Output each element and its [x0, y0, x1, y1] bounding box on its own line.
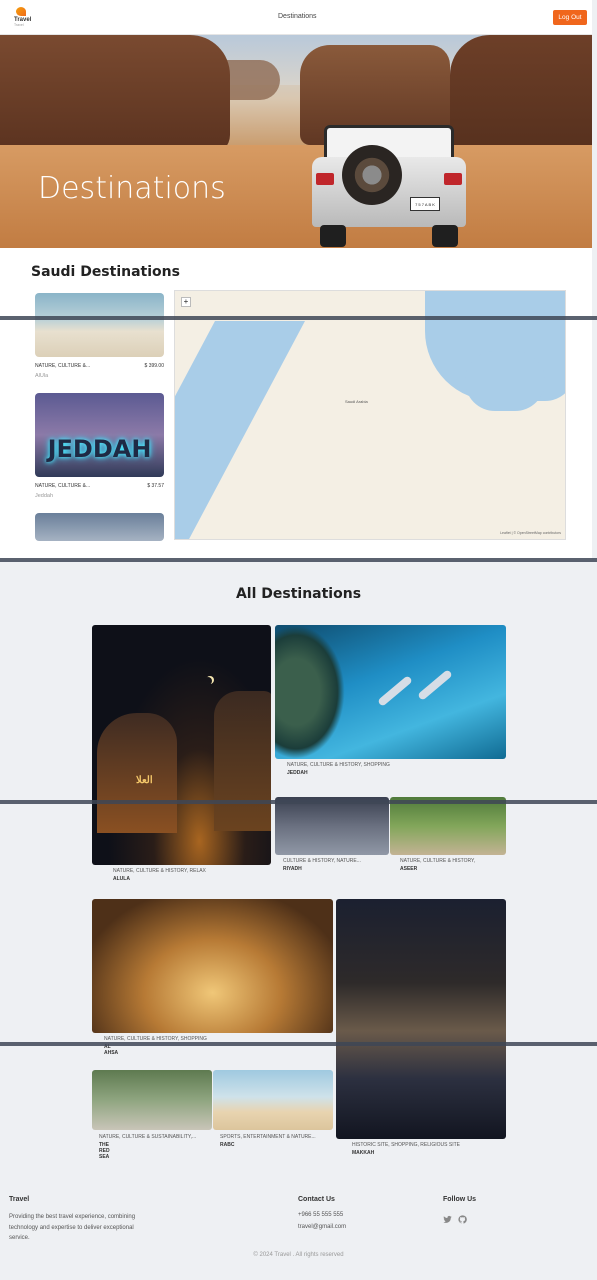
hero-car: 7 5 7 A B K	[312, 125, 466, 247]
screenshot-seam	[0, 1042, 597, 1046]
tile-image	[92, 1070, 212, 1130]
map-attribution[interactable]: Leaflet | © OpenStreetMap contributors	[500, 531, 561, 535]
red-sea-water	[175, 321, 305, 539]
all-destinations-section: All Destinations العلا NATURE, CULTURE &…	[0, 565, 592, 1170]
footer-description: Providing the best travel experience, co…	[9, 1214, 136, 1241]
tile-tags: HISTORIC SITE, SHOPPING, RELIGIOUS SITE	[352, 1142, 460, 1148]
car-wheel	[320, 225, 346, 247]
tile-image	[92, 899, 333, 1033]
diver	[417, 669, 453, 701]
logo-icon	[16, 7, 26, 16]
map-zoom-in-button[interactable]: +	[181, 297, 191, 307]
footer: Travel Providing the best travel experie…	[0, 1170, 597, 1280]
screenshot-seam	[0, 800, 597, 804]
tile-image: العلا	[92, 625, 271, 865]
logo-subtitle: Travel	[14, 23, 24, 27]
saudi-destinations-section: Saudi Destinations NATURE, CULTURE &... …	[0, 248, 592, 560]
diver	[377, 675, 413, 707]
nav-link-destinations[interactable]: Destinations	[278, 13, 317, 20]
card-image	[35, 293, 164, 357]
footer-email[interactable]: travel@gmail.com	[298, 1224, 346, 1230]
screenshot-seam	[0, 316, 597, 320]
alula-sign: العلا	[136, 775, 153, 786]
card-image: JEDDAH	[35, 393, 164, 477]
spare-tire	[342, 145, 402, 205]
car-tail-light	[316, 173, 334, 185]
hero-rock	[0, 35, 230, 155]
tile-tags: NATURE, CULTURE & HISTORY, SHOPPING	[287, 762, 390, 768]
screenshot-seam	[0, 558, 597, 562]
twitter-icon[interactable]	[443, 1211, 452, 1223]
social-icons	[443, 1211, 467, 1224]
destination-card[interactable]: JEDDAH NATURE, CULTURE &... $ 37.57 Jedd…	[35, 393, 164, 499]
tile-tags: CULTURE & HISTORY, NATURE...	[283, 858, 361, 864]
car-plate: 7 5 7 A B K	[410, 197, 440, 211]
footer-follow-heading: Follow Us	[443, 1196, 477, 1203]
card-place: AlUla	[35, 373, 49, 379]
copyright: © 2024 Travel . All rights reserved	[253, 1252, 344, 1258]
all-destinations-heading: All Destinations	[235, 586, 362, 602]
card-image	[35, 513, 164, 541]
destination-card[interactable]: NATURE, CULTURE &... $ 399.00 AlUla	[35, 293, 164, 379]
tile-name: JEDDAH	[287, 770, 308, 776]
destinations-map[interactable]: Saudi Arabia + Leaflet | © OpenStreetMap…	[174, 290, 566, 540]
tile-image	[275, 797, 389, 855]
tile-tags: NATURE, CULTURE & SUSTAINABILITY,...	[99, 1134, 197, 1140]
map-country-label: Saudi Arabia	[345, 399, 368, 404]
github-icon[interactable]	[458, 1211, 467, 1224]
card-tags: NATURE, CULTURE &...	[35, 483, 91, 489]
hero-banner: 7 5 7 A B K Destinations	[0, 35, 592, 248]
tile-image	[275, 625, 506, 759]
jeddah-sign: JEDDAH	[47, 435, 152, 463]
car-wheel	[432, 225, 458, 247]
tile-name: MAKKAH	[352, 1150, 375, 1156]
tile-image	[213, 1070, 333, 1130]
tile-image	[336, 899, 506, 1139]
footer-contact-heading: Contact Us	[298, 1196, 335, 1203]
tile-tags: SPORTS, ENTERTAINMENT & NATURE...	[220, 1134, 316, 1140]
tile-name: THE RED SEA	[99, 1142, 110, 1160]
tile-tags: NATURE, CULTURE & HISTORY,	[400, 858, 476, 864]
moon-icon	[204, 677, 212, 685]
footer-phone[interactable]: +966 55 555 555	[298, 1212, 343, 1218]
tile-name: RABC	[220, 1142, 235, 1148]
top-nav: Travel Travel Destinations Log Out	[0, 0, 592, 35]
card-price: $ 399.00	[144, 363, 164, 369]
tile-image	[390, 797, 506, 855]
gulf-water	[465, 351, 545, 411]
hero-title: Destinations	[38, 171, 226, 206]
tile-name: ALULA	[113, 876, 130, 882]
coral-reef	[275, 625, 345, 759]
tile-name: ASEER	[400, 866, 418, 872]
card-tags: NATURE, CULTURE &...	[35, 363, 91, 369]
footer-brand: Travel	[9, 1196, 30, 1203]
tile-tags: NATURE, CULTURE & HISTORY, RELAX	[113, 868, 206, 874]
logout-button[interactable]: Log Out	[553, 10, 587, 25]
saudi-destinations-heading: Saudi Destinations	[31, 264, 180, 280]
tile-name: RIYADH	[283, 866, 302, 872]
card-price: $ 37.57	[147, 483, 164, 489]
car-tail-light	[444, 173, 462, 185]
rock-formation	[214, 691, 271, 831]
logo[interactable]: Travel Travel	[12, 7, 36, 29]
rock-formation	[97, 713, 177, 833]
destination-card[interactable]	[35, 513, 164, 541]
card-place: Jeddah	[35, 493, 54, 499]
